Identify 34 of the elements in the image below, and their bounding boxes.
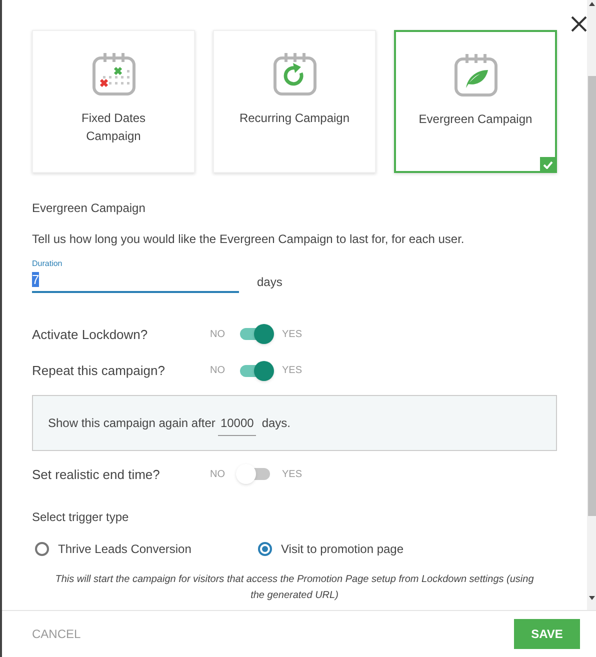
- radio-option[interactable]: Visit to promotion page: [258, 540, 404, 558]
- scrollbar[interactable]: [587, 0, 596, 610]
- no-label: NO: [210, 328, 226, 342]
- trigger-note: This will start the campaign for visitors that access the Promotion Page setup from Lockdown settings (using the generated URL): [54, 573, 535, 603]
- radio-option[interactable]: Thrive Leads Conversion: [32, 540, 258, 558]
- calendar-icon: [270, 51, 318, 97]
- campaign-type-card[interactable]: Evergreen Campaign: [394, 30, 557, 173]
- section-title: Evergreen Campaign: [32, 200, 146, 217]
- repeat-suffix: days.: [262, 414, 290, 432]
- no-label: NO: [210, 468, 226, 482]
- yes-label: YES: [282, 328, 302, 342]
- scroll-down-icon[interactable]: [588, 596, 594, 600]
- toggle-label: Activate Lockdown?: [32, 326, 149, 344]
- toggle-label: Set realistic end time?: [32, 466, 161, 484]
- calendar-icon: [452, 52, 500, 98]
- yes-label: YES: [282, 364, 302, 378]
- yes-label: YES: [282, 468, 302, 482]
- repeat-text: Show this campaign again after: [48, 414, 216, 432]
- no-label: NO: [210, 364, 226, 378]
- card-label: Recurring Campaign: [239, 110, 350, 127]
- calendar-icon: [90, 51, 138, 97]
- duration-field[interactable]: Duration 7: [32, 258, 239, 292]
- repeat-days-field[interactable]: 10000: [218, 410, 256, 436]
- campaign-type-card[interactable]: Fixed Dates Campaign: [32, 30, 195, 173]
- campaign-type-card[interactable]: Recurring Campaign: [213, 30, 376, 173]
- card-label: Fixed Dates Campaign: [80, 110, 147, 145]
- check-icon: [540, 157, 556, 172]
- scroll-up-icon[interactable]: [588, 2, 594, 6]
- toggle-label: Repeat this campaign?: [32, 362, 166, 380]
- days-unit: days: [257, 274, 282, 290]
- description-text: Tell us how long you would like the Evergreen Campaign to last for, for each user.: [32, 231, 466, 248]
- trigger-title: Select trigger type: [32, 509, 130, 526]
- card-label: Evergreen Campaign: [418, 111, 532, 128]
- close-icon[interactable]: [570, 15, 588, 33]
